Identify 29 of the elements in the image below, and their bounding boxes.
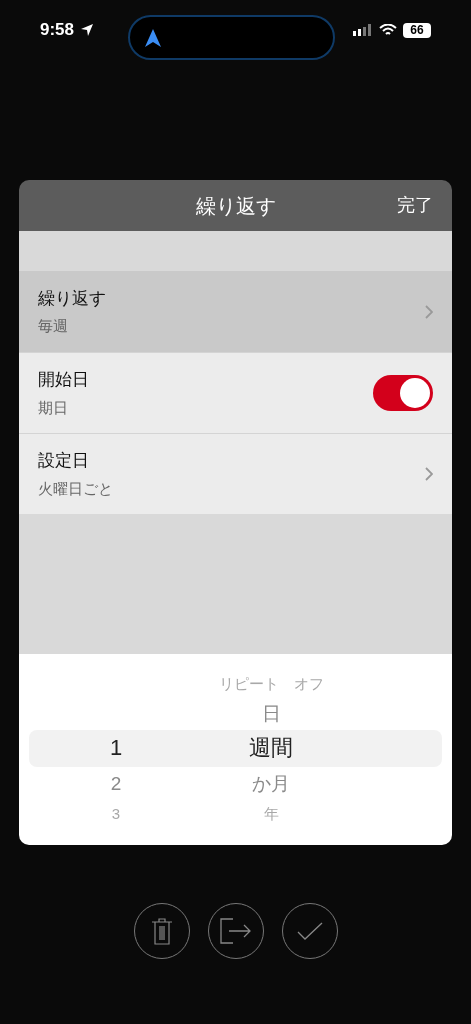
picker-option[interactable]: 2	[110, 773, 122, 793]
done-button[interactable]: 完了	[397, 192, 433, 219]
row-label: 設定日	[38, 450, 90, 472]
wifi-icon	[379, 23, 397, 37]
battery-icon: 66	[403, 22, 431, 38]
trash-icon	[150, 917, 173, 945]
navigation-arrow-icon	[145, 28, 161, 47]
row-value: 期日	[38, 397, 69, 418]
picker-option[interactable]: 日	[261, 703, 281, 723]
picker-option[interactable]: 1	[109, 737, 123, 759]
picker-option[interactable]: か月	[252, 773, 290, 793]
location-arrow-icon	[80, 23, 95, 37]
toggle-switch[interactable]	[373, 375, 433, 411]
row-label: 繰り返す	[38, 287, 106, 310]
settings-row[interactable]: 繰り返す 毎週	[19, 271, 452, 352]
row-label: 開始日	[38, 369, 89, 391]
row-value: 火曜日ごと	[38, 478, 113, 499]
clock: 9:58	[40, 19, 75, 42]
exit-arrow-icon	[219, 918, 252, 944]
signal-icon	[353, 24, 373, 36]
row-value: 毎週	[38, 316, 69, 336]
chevron-right-icon	[425, 304, 433, 319]
picker-wheel[interactable]: 1 2 3 リピート オフ 日 週間 か月 年	[19, 654, 452, 845]
settings-row[interactable]: 設定日 火曜日ごと	[19, 433, 452, 514]
settings-row[interactable]: 開始日 期日	[19, 352, 452, 433]
dialog-title: 繰り返す	[195, 193, 276, 219]
chevron-right-icon	[425, 467, 433, 481]
picker-option[interactable]: 週間	[249, 737, 293, 759]
checkmark-icon	[296, 922, 323, 940]
